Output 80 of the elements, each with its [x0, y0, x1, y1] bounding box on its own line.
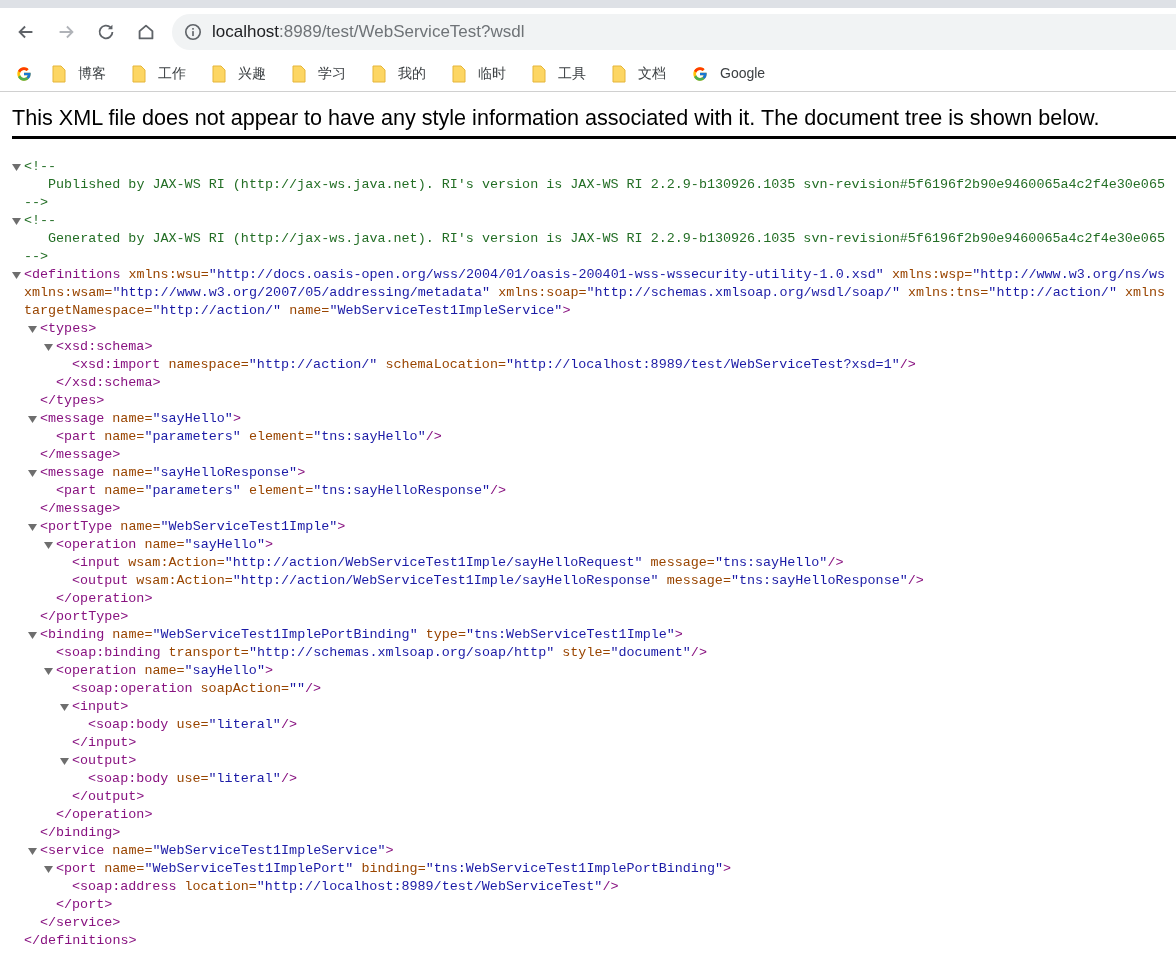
- collapse-triangle-icon[interactable]: [28, 325, 37, 334]
- collapse-triangle-icon[interactable]: [44, 865, 53, 874]
- google-logo-icon: [692, 65, 708, 82]
- folder-icon: [612, 64, 626, 83]
- xml-open-tag: <binding name="WebServiceTest1ImplePortBinding" type="tns:WebServiceTest1Imple">: [40, 626, 683, 644]
- xml-element-line: <xsd:import namespace="http://action/" schemaLocation="http://localhost:8989/test/WebServiceTest?xsd=1"/>: [72, 356, 916, 374]
- folder-icon: [532, 64, 546, 83]
- xml-comment-start: <!--: [24, 158, 57, 176]
- xml-comment-text: Generated by JAX-WS RI (http://jax-ws.java.net). RI's version is JAX-WS RI 2.2.9-b130926.1035 svn-revision#5f6196f2b90e9460065a4c2f4e30e065: [48, 230, 1165, 248]
- folder-icon: [452, 64, 466, 83]
- xml-close-tag: </port>: [56, 896, 113, 914]
- collapse-triangle-icon[interactable]: [28, 415, 37, 424]
- xml-open-tag: <operation name="sayHello">: [56, 536, 273, 554]
- bookmark-folder[interactable]: 工作: [126, 59, 192, 88]
- xml-open-tag: <output>: [72, 752, 137, 770]
- collapse-triangle-icon[interactable]: [44, 541, 53, 550]
- folder-icon: [292, 64, 306, 83]
- xml-open-tag: <port name="WebServiceTest1ImplePort" binding="tns:WebServiceTest1ImplePortBinding">: [56, 860, 732, 878]
- xml-element-line: <output wsam:Action="http://action/WebServiceTest1Imple/sayHelloResponse" message="tns:sayHelloResponse"/>: [72, 572, 924, 590]
- collapse-triangle-icon[interactable]: [44, 343, 53, 352]
- xml-open-tag: <portType name="WebServiceTest1Imple">: [40, 518, 346, 536]
- xml-element-line: <soap:operation soapAction=""/>: [72, 680, 322, 698]
- xml-close-tag: </portType>: [40, 608, 129, 626]
- xml-element-line: <input wsam:Action="http://action/WebServiceTest1Imple/sayHelloRequest" message="tns:sayHello"/>: [72, 554, 844, 572]
- collapse-triangle-icon[interactable]: [28, 469, 37, 478]
- xml-open-tag: <message name="sayHelloResponse">: [40, 464, 306, 482]
- xml-element-line: <soap:body use="literal"/>: [88, 716, 297, 734]
- xml-element-line: <soap:address location="http://localhost:8989/test/WebServiceTest"/>: [72, 878, 619, 896]
- folder-icon: [372, 64, 386, 83]
- collapse-triangle-icon[interactable]: [60, 703, 69, 712]
- xml-comment-end: -->: [24, 248, 49, 266]
- bookmark-folder[interactable]: 文档: [606, 59, 672, 88]
- collapse-triangle-icon[interactable]: [44, 667, 53, 676]
- xml-element-line: <part name="parameters" element="tns:sayHelloResponse"/>: [56, 482, 507, 500]
- xml-open-tag: <input>: [72, 698, 129, 716]
- notice-text: This XML file does not appear to have any style information associated with it. The document tree is shown below.: [12, 106, 1101, 130]
- xml-close-tag: </service>: [40, 914, 121, 932]
- info-icon: [184, 23, 202, 41]
- xml-open-tag: <service name="WebServiceTest1ImpleService">: [40, 842, 394, 860]
- xml-close-tag: </types>: [40, 392, 105, 410]
- collapse-triangle-icon[interactable]: [12, 271, 21, 280]
- xml-open-tag: <operation name="sayHello">: [56, 662, 273, 680]
- bookmark-folder[interactable]: 博客: [46, 59, 112, 88]
- google-logo-icon: [16, 65, 32, 82]
- xml-close-tag: </message>: [40, 500, 121, 518]
- xml-open-tag: <message name="sayHello">: [40, 410, 241, 428]
- collapse-triangle-icon[interactable]: [12, 163, 21, 172]
- xml-open-tag: <types>: [40, 320, 97, 338]
- xml-close-tag: </definitions>: [24, 932, 137, 950]
- xml-close-tag: </operation>: [56, 590, 153, 608]
- xml-open-tag: <xsd:schema>: [56, 338, 153, 356]
- xml-element-line: <soap:binding transport="http://schemas.xmlsoap.org/soap/http" style="document"/>: [56, 644, 707, 662]
- bookmark-folder[interactable]: 学习: [286, 59, 352, 88]
- folder-icon: [132, 64, 146, 83]
- xml-close-tag: </input>: [72, 734, 137, 752]
- xml-close-tag: </output>: [72, 788, 145, 806]
- xml-close-tag: </binding>: [40, 824, 121, 842]
- xml-open-tag: <definitions xmlns:wsu="http://docs.oasis-open.org/wss/2004/01/oasis-200401-wss-wssecurity-utility-1.0.xsd" xmlns:wsp="http://www.w3.org/ns/ws xmlns:wsam="http://www.w3.org/2007/05/addressing/metadata" xmlns:soap="http://schemas.xmlsoap.org/wsdl/soap/" xmlns:tns="http://action/" xmlns targetNamespace="http://action/" name="WebServiceTest1ImpleService">: [24, 266, 1166, 320]
- bookmark-folder[interactable]: 兴趣: [206, 59, 272, 88]
- xml-comment-text: Published by JAX-WS RI (http://jax-ws.java.net). RI's version is JAX-WS RI 2.2.9-b130926.1035 svn-revision#5f6196f2b90e9460065a4c2f4e30e065: [48, 176, 1165, 194]
- address-bar[interactable]: localhost:8989/test/WebServiceTest?wsdl: [172, 14, 1176, 50]
- xml-comment-end: -->: [24, 194, 49, 212]
- bookmark-folder[interactable]: 工具: [526, 59, 592, 88]
- xml-element-line: <part name="parameters" element="tns:sayHello"/>: [56, 428, 442, 446]
- url-text: localhost:8989/test/WebServiceTest?wsdl: [212, 21, 525, 44]
- collapse-triangle-icon[interactable]: [28, 523, 37, 532]
- folder-icon: [212, 64, 226, 83]
- bookmark-link[interactable]: Google: [686, 59, 772, 88]
- bookmark-folder[interactable]: 临时: [446, 59, 512, 88]
- collapse-triangle-icon[interactable]: [28, 847, 37, 856]
- collapse-triangle-icon[interactable]: [60, 757, 69, 766]
- folder-icon: [52, 64, 66, 83]
- xml-element-line: <soap:body use="literal"/>: [88, 770, 297, 788]
- xml-comment-start: <!--: [24, 212, 57, 230]
- collapse-triangle-icon[interactable]: [12, 217, 21, 226]
- xml-close-tag: </message>: [40, 446, 121, 464]
- xml-close-tag: </operation>: [56, 806, 153, 824]
- bookmark-folder[interactable]: 我的: [366, 59, 432, 88]
- xml-close-tag: </xsd:schema>: [56, 374, 161, 392]
- collapse-triangle-icon[interactable]: [28, 631, 37, 640]
